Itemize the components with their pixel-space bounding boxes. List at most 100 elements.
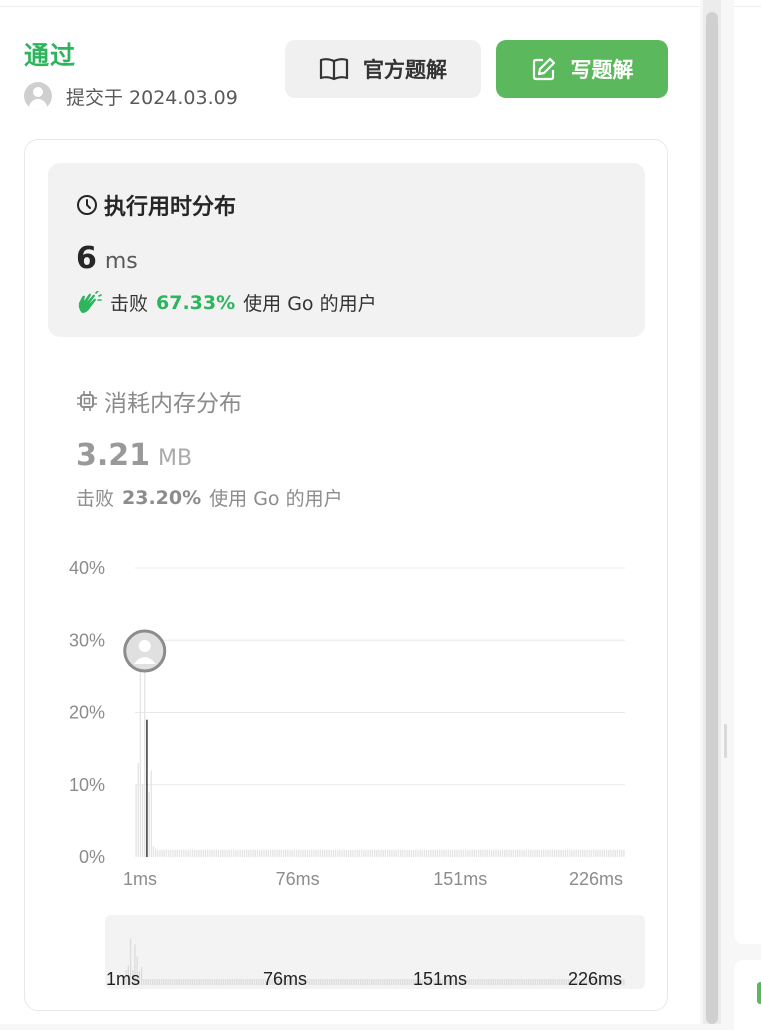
bar (334, 849, 337, 857)
mini-bar (545, 979, 548, 985)
write-solution-button[interactable]: 写题解 (496, 40, 668, 98)
mini-bar (492, 979, 495, 985)
bar (343, 849, 345, 857)
bar (180, 849, 183, 857)
bar (497, 849, 499, 857)
bar (382, 849, 384, 857)
runtime-title: 执行用时分布 (76, 189, 236, 221)
bar (250, 849, 252, 857)
mini-bar (231, 979, 233, 985)
bar (475, 849, 478, 857)
bar (373, 849, 376, 857)
bar (525, 849, 527, 857)
bar (467, 849, 469, 857)
user-avatar-icon[interactable] (24, 82, 52, 110)
mini-bar (348, 979, 351, 985)
edit-icon (532, 57, 555, 81)
bar (211, 849, 213, 857)
bar (616, 849, 619, 857)
bar (443, 849, 445, 857)
bar (369, 849, 371, 857)
official-solution-button[interactable]: 官方题解 (285, 40, 481, 98)
mini-bar (253, 979, 256, 985)
bar (430, 849, 432, 857)
runtime-section[interactable]: 执行用时分布 6 ms 击败 67.33% 使用 Go 的用户 (48, 163, 645, 337)
bar (161, 849, 163, 857)
bar (354, 849, 356, 857)
mini-bar (530, 979, 532, 985)
mini-bar (486, 979, 488, 985)
mini-bar (202, 979, 205, 985)
mini-bar (406, 979, 408, 985)
mini-bar (311, 979, 313, 985)
bar (480, 849, 482, 857)
mini-x-tick-label: 226ms (568, 969, 622, 989)
mini-bar (501, 979, 503, 985)
bar (462, 849, 465, 857)
mini-bar (227, 979, 229, 985)
bar (202, 849, 204, 857)
bar (584, 849, 586, 857)
mini-bar (169, 979, 172, 985)
bar (324, 849, 326, 857)
bar (183, 849, 185, 857)
bar (521, 849, 523, 857)
bar (295, 849, 298, 857)
bar (152, 846, 155, 857)
bar (586, 849, 588, 857)
mini-bar (550, 979, 552, 985)
bar (293, 849, 296, 857)
mini-bar (185, 979, 187, 985)
bar (402, 849, 404, 857)
bar (417, 849, 419, 857)
status-label: 通过 (24, 41, 77, 70)
mini-bar (194, 979, 196, 985)
clock-icon (77, 195, 97, 215)
x-tick-label: 226ms (569, 869, 623, 889)
bar (248, 849, 250, 857)
mini-bar (324, 979, 326, 985)
memory-section[interactable]: 消耗内存分布 3.21 MB 击败 23.20% 使用 Go 的用户 (76, 380, 636, 520)
memory-beat-prefix: 击败 (76, 488, 115, 510)
bar (341, 849, 343, 857)
mini-bar (191, 979, 194, 985)
bar (408, 849, 410, 857)
bar (330, 849, 332, 857)
mini-bar (176, 979, 178, 985)
bar (204, 849, 207, 857)
mini-bar (375, 979, 377, 985)
mini-bar (401, 979, 404, 985)
resize-handle[interactable] (724, 724, 727, 758)
scrollbar-thumb[interactable] (706, 12, 718, 1024)
bar (610, 849, 612, 857)
mini-bar (351, 979, 353, 985)
bar (196, 849, 198, 857)
bar (235, 849, 237, 857)
mini-bar (373, 979, 375, 985)
bar (582, 849, 584, 857)
bar (148, 791, 150, 857)
chart-range-navigator[interactable]: 1ms 76ms 151ms 226ms (105, 915, 645, 989)
mini-bar (494, 979, 497, 985)
bar (386, 849, 389, 857)
bar (592, 849, 595, 857)
bar (267, 849, 269, 857)
bar (425, 849, 428, 857)
mini-bar (514, 979, 517, 985)
bar (224, 849, 226, 857)
bar (493, 849, 495, 857)
mini-bar (167, 979, 169, 985)
bar (423, 849, 426, 857)
bar (590, 849, 593, 857)
bar (603, 849, 606, 857)
bar (311, 849, 313, 857)
bar (577, 849, 580, 857)
memory-unit: MB (158, 446, 193, 471)
submission-info: 提交于 2024.03.09 (24, 82, 242, 110)
mini-bar (156, 979, 158, 985)
mini-bar (521, 979, 523, 985)
mini-bar (309, 979, 311, 985)
mini-bar (187, 979, 189, 985)
bar (276, 849, 278, 857)
mini-bar (236, 979, 238, 985)
